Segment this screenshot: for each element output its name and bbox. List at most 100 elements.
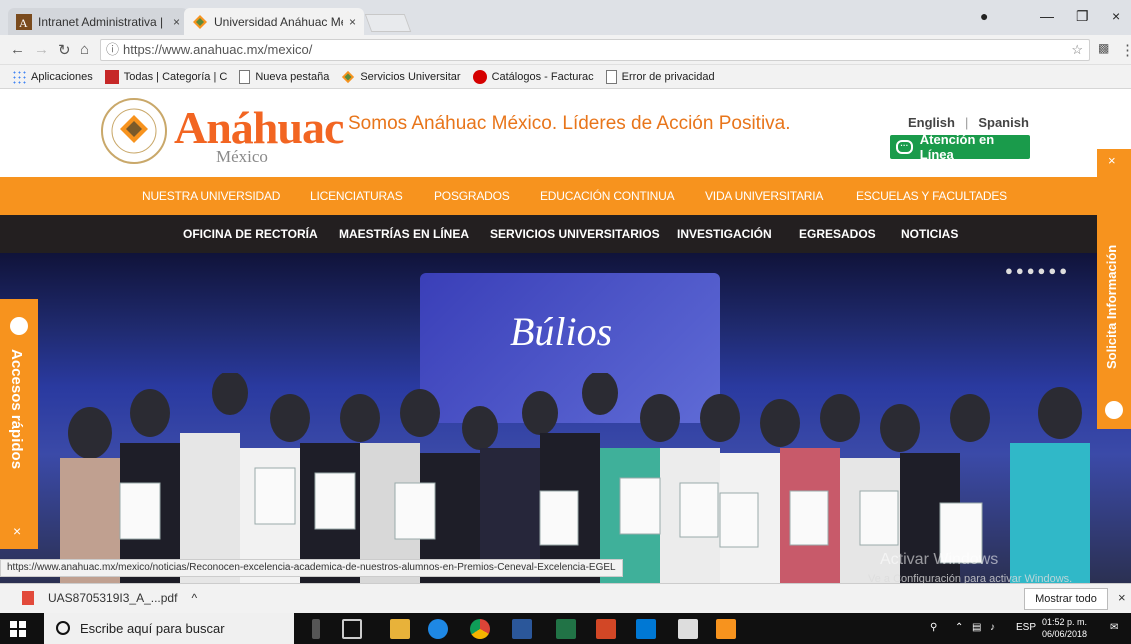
volume-icon[interactable]: ♪ <box>990 622 995 633</box>
tray-chevron-icon[interactable]: ⌃ <box>955 622 963 633</box>
new-tab-button[interactable] <box>364 14 412 32</box>
menu-vida-universitaria[interactable]: VIDA UNIVERSITARIA <box>705 177 823 215</box>
clock-date: 06/06/2018 <box>1042 629 1088 639</box>
request-info-label: Solicita Información <box>1104 244 1119 369</box>
quick-access-handle-icon <box>10 317 28 335</box>
bookmark-apps[interactable]: Aplicaciones <box>12 69 93 84</box>
show-all-button[interactable]: Mostrar todo <box>1024 588 1108 610</box>
red-circle-icon <box>472 69 487 84</box>
excel-icon[interactable] <box>556 619 576 639</box>
lang-separator: | <box>964 115 969 130</box>
bookmark-nueva-pestana[interactable]: Nueva pestaña <box>239 69 330 84</box>
download-item[interactable]: UAS8705319I3_A_...pdf ^ <box>22 591 197 605</box>
hero-slider[interactable]: Búlios ●●●●●● <box>0 253 1131 589</box>
extension-icon[interactable]: ▩ <box>1098 41 1109 55</box>
windows-start-icon[interactable] <box>10 621 26 637</box>
site-logo[interactable]: Anáhuac México <box>100 97 344 167</box>
menu-kebab-icon[interactable]: ⋮ <box>1120 41 1131 59</box>
bookmark-label: Catálogos - Facturac <box>491 70 594 83</box>
restore-icon[interactable]: ❐ <box>1076 8 1089 25</box>
request-info-close-icon[interactable]: × <box>1108 153 1116 168</box>
cortana-icon <box>56 621 70 635</box>
download-filename: UAS8705319I3_A_...pdf <box>48 591 178 605</box>
menu-egresados[interactable]: EGRESADOS <box>799 215 876 253</box>
downloads-close-icon[interactable]: × <box>1118 590 1126 605</box>
request-info-handle-icon <box>1105 401 1123 419</box>
university-seal-icon <box>101 98 167 164</box>
logo-subtitle: México <box>216 147 268 166</box>
notifications-icon[interactable]: ✉ <box>1110 622 1118 633</box>
pdf-file-icon <box>22 591 34 605</box>
menu-educacion-continua[interactable]: EDUCACIÓN CONTINUA <box>540 177 675 215</box>
home-icon[interactable]: ⌂ <box>80 41 89 58</box>
menu-maestrias-linea[interactable]: MAESTRÍAS EN LÍNEA <box>339 215 469 253</box>
reload-icon[interactable]: ↻ <box>58 41 71 59</box>
menu-noticias[interactable]: NOTICIAS <box>901 215 958 253</box>
back-icon[interactable]: ← <box>10 41 25 58</box>
lang-spanish-link[interactable]: Spanish <box>978 115 1029 130</box>
quick-access-tab[interactable]: Accesos rápidos × <box>0 299 38 549</box>
tab-title: Intranet Administrativa | <box>38 14 164 29</box>
profile-icon[interactable]: ● <box>980 8 988 24</box>
window-close-icon[interactable]: × <box>1112 8 1120 24</box>
network-icon[interactable]: ▤ <box>972 622 981 633</box>
bookmark-servicios[interactable]: Servicios Universitar <box>341 70 461 84</box>
address-url: https://www.anahuac.mx/mexico/ <box>123 42 313 57</box>
quick-access-label: Accesos rápidos <box>8 349 25 470</box>
chat-bubble-icon: ··· <box>896 140 913 154</box>
menu-escuelas-facultades[interactable]: ESCUELAS Y FACULTADES <box>856 177 1007 215</box>
bookmark-star-icon[interactable]: ☆ <box>1071 40 1083 60</box>
quick-access-close-icon[interactable]: × <box>13 523 21 539</box>
intranet-favicon: A <box>16 13 32 30</box>
download-chevron-icon[interactable]: ^ <box>191 591 197 605</box>
taskbar-clock[interactable]: 01:52 p. m. 06/06/2018 <box>1042 616 1087 640</box>
anahuac-favicon <box>342 70 355 83</box>
menu-licenciaturas[interactable]: LICENCIATURAS <box>310 177 403 215</box>
menu-oficina-rectoria[interactable]: OFICINA DE RECTORÍA <box>183 215 318 253</box>
input-language[interactable]: ESP <box>1016 622 1036 633</box>
word-icon[interactable] <box>512 619 532 639</box>
menu-posgrados[interactable]: POSGRADOS <box>434 177 510 215</box>
people-icon[interactable]: ⚲ <box>930 622 937 633</box>
bookmark-catalogos[interactable]: Catálogos - Facturac <box>472 69 594 84</box>
bookmark-error-privacidad[interactable]: Error de privacidad <box>605 69 715 84</box>
bookmark-label: Aplicaciones <box>31 70 93 83</box>
downloads-bar: UAS8705319I3_A_...pdf ^ Mostrar todo × <box>0 583 1131 613</box>
tab-close-icon[interactable]: × <box>173 15 180 29</box>
menu-investigacion[interactable]: INVESTIGACIÓN <box>677 215 772 253</box>
bookmarks-bar: Aplicaciones Todas | Categoría | C Nueva… <box>0 65 1131 89</box>
online-support-label: Atención en Línea <box>919 132 995 162</box>
tab-strip: A Intranet Administrativa | × Universida… <box>0 0 1131 35</box>
bookmark-label: Nueva pestaña <box>255 70 330 83</box>
address-bar[interactable]: ⓘ https://www.anahuac.mx/mexico/ ☆ <box>100 39 1090 61</box>
chrome-icon[interactable] <box>470 619 490 639</box>
minimize-icon[interactable]: — <box>1040 8 1054 24</box>
store-icon[interactable] <box>678 619 698 639</box>
windows-taskbar: Escribe aquí para buscar ⚲ ⌃ ▤ ♪ ESP 01:… <box>0 613 1131 644</box>
info-icon[interactable]: ⓘ <box>106 40 119 60</box>
site-favicon <box>104 69 119 84</box>
microphone-icon[interactable] <box>312 619 320 639</box>
request-info-tab[interactable]: × Solicita Información <box>1097 149 1131 429</box>
task-view-icon[interactable] <box>342 619 362 639</box>
file-explorer-icon[interactable] <box>390 619 410 639</box>
powerpoint-icon[interactable] <box>596 619 616 639</box>
lang-english-link[interactable]: English <box>908 115 955 130</box>
slider-dots[interactable]: ●●●●●● <box>1005 263 1070 278</box>
tab-anahuac[interactable]: Universidad Anáhuac Mé × <box>184 8 364 35</box>
bookmark-label: Servicios Universitar <box>360 70 461 83</box>
page-icon <box>239 69 251 84</box>
bookmark-label: Todas | Categoría | C <box>123 70 228 83</box>
bookmark-todas[interactable]: Todas | Categoría | C <box>104 69 228 84</box>
forward-icon[interactable]: → <box>34 41 49 58</box>
menu-servicios-universitarios[interactable]: SERVICIOS UNIVERSITARIOS <box>490 215 660 253</box>
page-icon <box>605 69 617 84</box>
online-support-button[interactable]: ··· Atención en Línea <box>890 132 1030 162</box>
anahuac-app-icon[interactable] <box>716 619 736 639</box>
tab-close-icon[interactable]: × <box>349 15 356 29</box>
outlook-icon[interactable] <box>636 619 656 639</box>
taskbar-search[interactable]: Escribe aquí para buscar <box>44 613 294 644</box>
edge-icon[interactable] <box>428 619 448 639</box>
tab-intranet[interactable]: A Intranet Administrativa | × <box>8 8 188 35</box>
menu-nuestra-universidad[interactable]: NUESTRA UNIVERSIDAD <box>142 177 280 215</box>
